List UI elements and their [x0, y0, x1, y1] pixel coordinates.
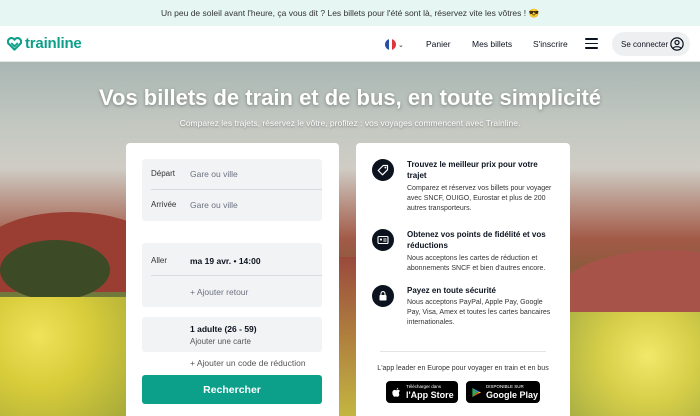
arrival-input[interactable]: Gare ou ville: [190, 200, 238, 210]
background-hill: [560, 250, 700, 320]
apple-icon: [392, 387, 400, 397]
tag-icon: [372, 159, 394, 181]
nav-signup[interactable]: S'inscrire: [533, 39, 568, 49]
divider: [380, 351, 546, 352]
benefit-text: Nous acceptons PayPal, Apple Pay, Google…: [407, 299, 551, 326]
departure-label: Départ: [151, 169, 176, 178]
google-play-icon: [472, 387, 482, 397]
nav-cart[interactable]: Panier: [426, 39, 451, 49]
divider: [151, 189, 322, 190]
background-flower-field: [0, 297, 130, 416]
promo-banner: Un peu de soleil avant l'heure, ça vous …: [0, 0, 700, 26]
trainline-logo[interactable]: trainline: [7, 35, 82, 52]
benefits-panel: Trouvez le meilleur prix pour votre traj…: [356, 143, 570, 416]
passenger-count: 1 adulte (26 - 59): [190, 324, 257, 334]
user-icon: [670, 37, 684, 51]
outbound-date-input[interactable]: ma 19 avr. • 14:00: [190, 256, 261, 266]
benefit-text: Nous acceptons les cartes de réduction e…: [407, 255, 546, 272]
departure-input[interactable]: Gare ou ville: [190, 169, 238, 179]
app-store-badge[interactable]: Télécharger dans l'App Store: [386, 381, 458, 403]
app-store-label: l'App Store: [406, 390, 454, 400]
hamburger-menu-icon[interactable]: [585, 38, 598, 49]
google-play-badge[interactable]: DISPONIBLE SUR Google Play: [466, 381, 540, 403]
arrival-label: Arrivée: [151, 200, 177, 209]
passenger-field[interactable]: 1 adulte (26 - 59) Ajouter une carte: [142, 317, 322, 352]
background-flower-field: [570, 312, 700, 416]
promo-text: Un peu de soleil avant l'heure, ça vous …: [160, 7, 540, 18]
chevron-down-icon: ⌄: [398, 41, 404, 49]
benefit-title: Payez en toute sécurité: [407, 286, 496, 295]
add-card-link[interactable]: Ajouter une carte: [190, 337, 251, 346]
google-play-label: Google Play: [486, 390, 539, 400]
benefit-title: Obtenez vos points de fidélité et vos ré…: [407, 230, 546, 250]
hero-section: Vos billets de train et de bus, en toute…: [0, 62, 700, 416]
hero-title: Vos billets de train et de bus, en toute…: [98, 85, 602, 110]
lock-icon: [372, 285, 394, 307]
add-discount-code-link[interactable]: + Ajouter un code de réduction: [190, 358, 306, 368]
french-flag-icon: [385, 39, 396, 50]
search-form: Départ Gare ou ville Arrivée Gare ou vil…: [126, 143, 339, 416]
app-tagline: L'app leader en Europe pour voyager en t…: [377, 365, 549, 372]
logo-text: trainline: [25, 35, 82, 52]
benefit-title: Trouvez le meilleur prix pour votre traj…: [407, 160, 538, 180]
heart-logo-icon: [7, 36, 22, 51]
hero-subtitle: Comparez les trajets, réservez le vôtre,…: [179, 118, 521, 128]
login-button[interactable]: Se connecter: [612, 32, 690, 56]
outbound-label: Aller: [151, 256, 168, 265]
loyalty-card-icon: [372, 229, 394, 251]
nav-my-tickets[interactable]: Mes billets: [472, 39, 512, 49]
divider: [151, 275, 322, 276]
login-label: Se connecter: [621, 39, 669, 49]
background-trees: [0, 240, 110, 300]
benefit-text: Comparez et réservez vos billets pour vo…: [407, 185, 552, 212]
language-selector[interactable]: ⌄: [385, 39, 404, 50]
route-fields: Départ Gare ou ville Arrivée Gare ou vil…: [142, 159, 322, 221]
date-fields: Aller ma 19 avr. • 14:00 + Ajouter retou…: [142, 243, 322, 307]
header: trainline ⌄ Panier Mes billets S'inscrir…: [0, 26, 700, 62]
add-return-button[interactable]: + Ajouter retour: [190, 287, 248, 297]
search-button[interactable]: Rechercher: [142, 375, 322, 404]
